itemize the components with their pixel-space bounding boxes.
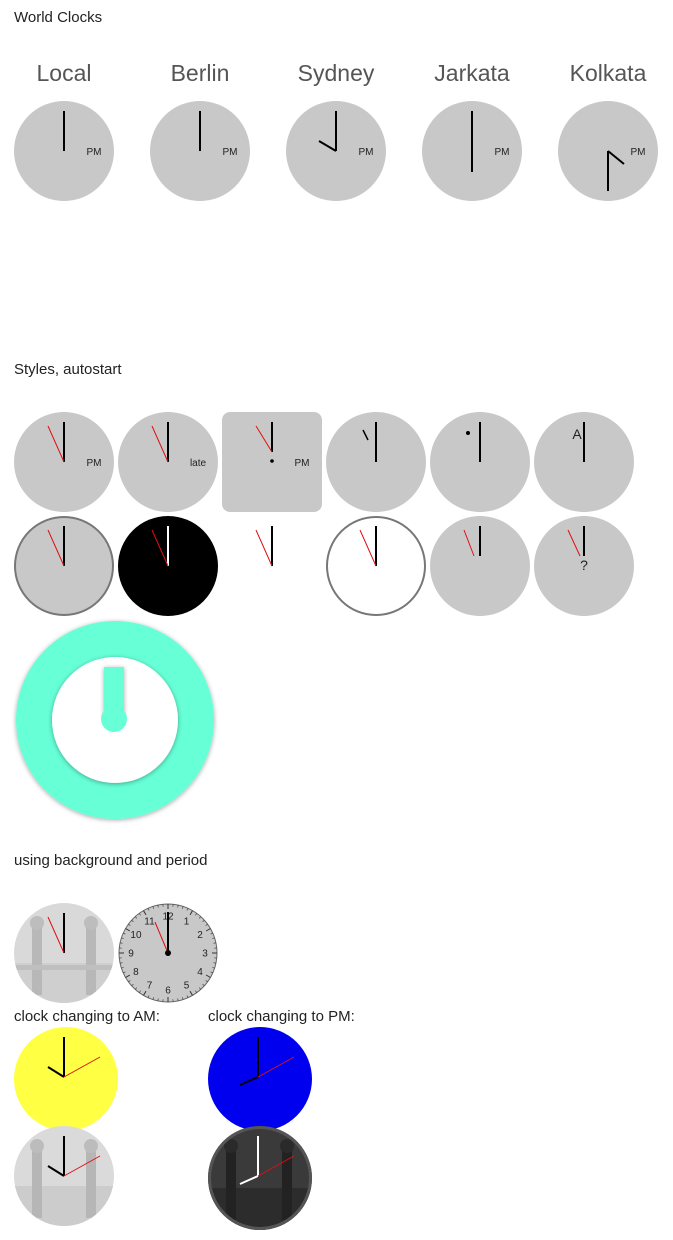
second-hand <box>255 529 273 567</box>
style-clock-question: ? <box>534 516 634 616</box>
world-clocks-heading: World Clocks <box>14 9 103 26</box>
clock-local: PM <box>14 101 114 201</box>
clock-berlin: PM <box>150 101 250 201</box>
dial-number: 2 <box>197 930 203 941</box>
dial-number: 7 <box>147 981 153 992</box>
period-label: PM <box>631 147 646 158</box>
style-clock-short-hands <box>430 516 530 616</box>
dial-number: 4 <box>197 967 203 978</box>
period-label: late <box>190 458 207 469</box>
style-clock-square: PM <box>222 412 322 512</box>
style-clock-transparent <box>255 526 273 567</box>
yellow-am-clock <box>14 1027 118 1131</box>
styles-heading: Styles, autostart <box>14 361 122 378</box>
style-clock-letter: A <box>534 412 634 512</box>
dial-number: 1 <box>184 916 190 927</box>
clock-kolkata: PM <box>558 101 658 201</box>
dial-number: 10 <box>130 930 142 941</box>
dial-number: 9 <box>128 949 134 960</box>
style-clock-default: PM <box>14 412 114 512</box>
period-label: PM <box>295 458 310 469</box>
changing-pm-label: clock changing to PM: <box>208 1008 355 1025</box>
center-hub <box>101 706 127 732</box>
question-mark: ? <box>580 557 588 573</box>
period-label: PM <box>87 458 102 469</box>
photo-clock <box>14 903 114 1003</box>
style-clock-white <box>326 516 426 616</box>
clock-face <box>208 1027 312 1131</box>
city-label-local: Local <box>36 60 92 86</box>
period-label: PM <box>359 147 374 158</box>
city-label-kolkata: Kolkata <box>569 60 647 86</box>
period-label: PM <box>495 147 510 158</box>
city-label-sydney: Sydney <box>297 60 375 86</box>
style-clock-ring <box>16 621 214 819</box>
style-clock-short-hand <box>326 412 426 512</box>
am-marker: A <box>572 426 582 442</box>
city-label-jarkata: Jarkata <box>434 60 510 86</box>
blue-pm-clock <box>208 1027 312 1131</box>
photo-am-clock <box>14 1126 114 1226</box>
center-dot <box>270 459 274 463</box>
dial-number: 6 <box>165 986 171 997</box>
style-clock-dark <box>118 516 218 616</box>
photo-pm-clock <box>208 1126 312 1230</box>
center-dot <box>165 950 171 956</box>
clock-jarkata: PM <box>422 101 522 201</box>
dial-number: 8 <box>133 967 139 978</box>
second-dot <box>466 431 470 435</box>
changing-am-label: clock changing to AM: <box>14 1008 160 1025</box>
style-clock-late: late <box>118 412 218 512</box>
clock-face <box>14 1027 118 1131</box>
dial-number: 3 <box>202 949 208 960</box>
period-label: PM <box>87 147 102 158</box>
style-clock-dot <box>430 412 530 512</box>
clock-sydney: PM <box>286 101 386 201</box>
city-label-berlin: Berlin <box>170 60 230 86</box>
background-period-heading: using background and period <box>14 852 208 869</box>
dial-number: 11 <box>144 916 155 927</box>
period-label: PM <box>223 147 238 158</box>
dial-clock: 121234567891011 <box>118 903 218 1003</box>
style-clock-bordered <box>14 516 114 616</box>
dial-number: 5 <box>184 981 190 992</box>
